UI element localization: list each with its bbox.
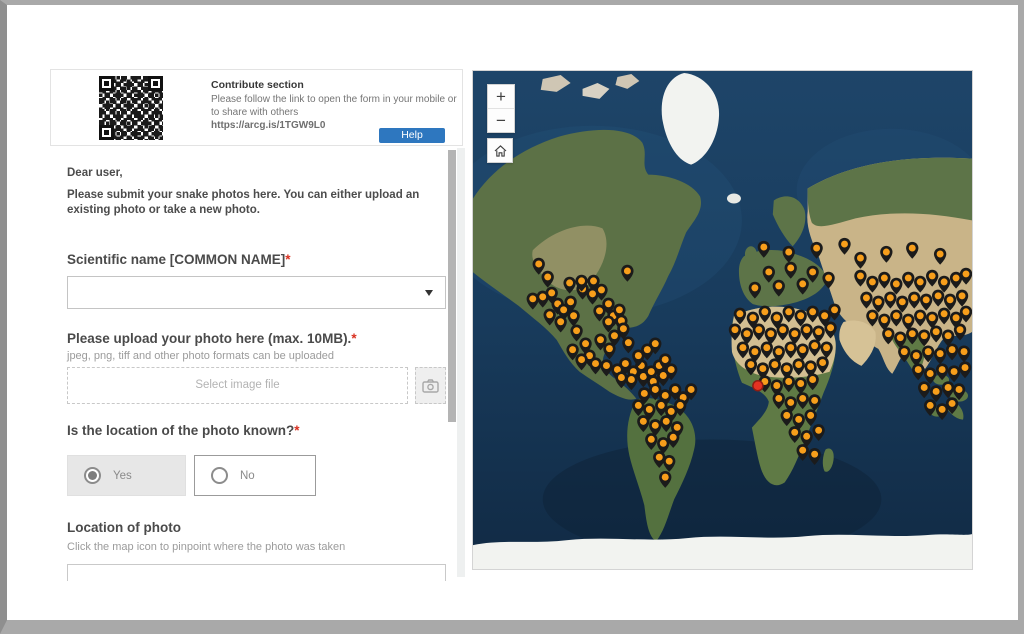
- radio-unselected-icon: [211, 467, 228, 484]
- required-asterisk: *: [285, 252, 290, 267]
- form-scrollbar-track[interactable]: [457, 148, 465, 577]
- option-no-label: No: [240, 470, 255, 482]
- option-yes-label: Yes: [113, 470, 132, 482]
- instructions-text: Please submit your snake photos here. Yo…: [67, 188, 435, 217]
- select-image-file-button[interactable]: Select image file: [67, 367, 408, 404]
- qr-finder-icon: [148, 76, 163, 91]
- camera-button[interactable]: [415, 367, 446, 404]
- chevron-down-icon: [425, 290, 433, 296]
- location-known-question-label: Is the location of the photo known?*: [67, 423, 300, 438]
- zoom-in-button[interactable]: +: [488, 85, 514, 108]
- world-map[interactable]: [473, 71, 972, 569]
- photo-question-hint: jpeg, png, tiff and other photo formats …: [67, 350, 334, 362]
- current-location-dot[interactable]: [753, 381, 763, 391]
- qr-finder-icon: [99, 76, 114, 91]
- location-known-label-text: Is the location of the photo known?: [67, 423, 294, 438]
- contribute-text-block: Contribute section Please follow the lin…: [211, 79, 459, 131]
- home-icon: [494, 145, 507, 157]
- map-controls: + −: [487, 84, 515, 163]
- option-no[interactable]: No: [194, 455, 316, 496]
- location-question-hint: Click the map icon to pinpoint where the…: [67, 541, 345, 553]
- zoom-out-button[interactable]: −: [488, 109, 514, 132]
- form-scrollbar-thumb[interactable]: [448, 150, 456, 422]
- species-label-text: Scientific name [COMMON NAME]: [67, 252, 285, 267]
- screenshot-frame: Contribute section Please follow the lin…: [0, 0, 1024, 634]
- photo-label-text: Please upload your photo here (max. 10MB…: [67, 331, 351, 346]
- camera-icon: [422, 379, 439, 393]
- qr-code: [99, 76, 163, 140]
- home-button[interactable]: [487, 138, 513, 163]
- help-button[interactable]: Help: [379, 128, 445, 143]
- species-select[interactable]: [67, 276, 446, 309]
- location-input-partial[interactable]: [67, 564, 446, 581]
- survey-form-panel: Contribute section Please follow the lin…: [7, 5, 466, 581]
- required-asterisk: *: [351, 331, 356, 346]
- contribute-card: Contribute section Please follow the lin…: [50, 69, 463, 146]
- required-asterisk: *: [294, 423, 299, 438]
- greeting-text: Dear user,: [67, 167, 123, 179]
- qr-finder-icon: [99, 125, 114, 140]
- map-view[interactable]: + −: [472, 70, 973, 570]
- contribute-description: Please follow the link to open the form …: [211, 94, 459, 119]
- species-question-label: Scientific name [COMMON NAME]*: [67, 252, 291, 267]
- radio-selected-icon: [84, 467, 101, 484]
- app-window: Contribute section Please follow the lin…: [7, 5, 1018, 620]
- contribute-title: Contribute section: [211, 79, 459, 91]
- option-yes[interactable]: Yes: [67, 455, 186, 496]
- photo-question-label: Please upload your photo here (max. 10MB…: [67, 331, 357, 346]
- location-question-label: Location of photo: [67, 520, 181, 535]
